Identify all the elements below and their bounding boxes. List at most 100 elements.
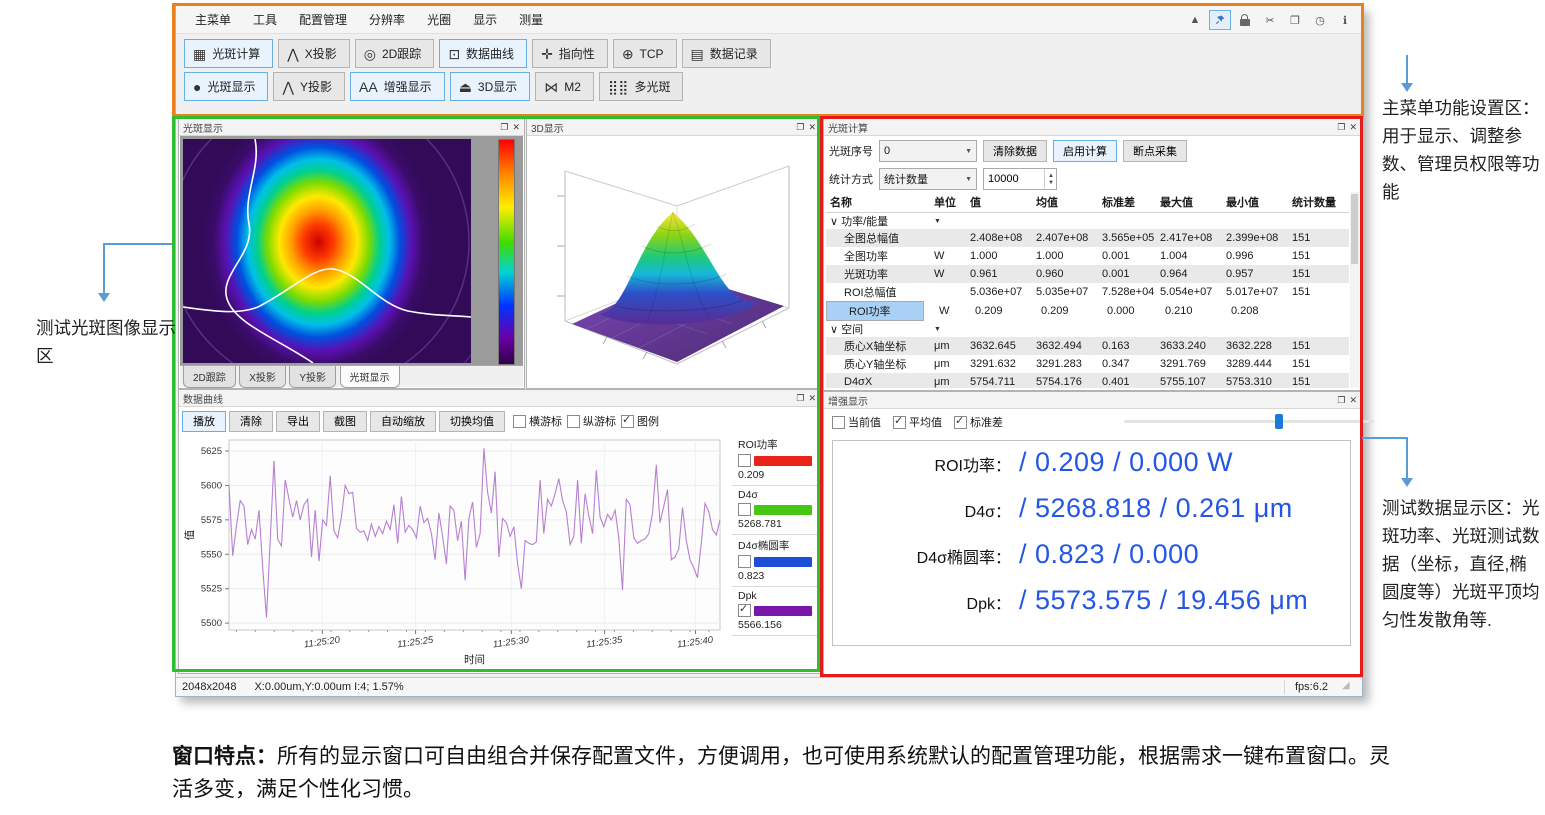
menu-measure[interactable]: 测量 [508,6,554,33]
clock-icon[interactable]: ◷ [1309,10,1331,30]
beam-2d-image[interactable] [183,139,471,363]
close-panel-icon[interactable]: ✕ [1349,395,1357,406]
snapshot-button[interactable]: 截图 [323,411,367,432]
enable-calc-button[interactable]: 启用计算 [1053,140,1117,162]
enhanced-panel-header[interactable]: 增强显示 ❐✕ [824,392,1361,409]
table-scrollbar[interactable] [1350,192,1359,388]
v-cursor-checkbox[interactable]: 纵游标 [567,413,616,429]
stat-mode-select[interactable]: 统计数量▼ [879,168,977,190]
enhance-slider[interactable] [1124,420,1374,423]
x-projection-button[interactable]: ⋀X投影 [278,39,350,68]
menu-tools[interactable]: 工具 [242,6,288,33]
legend-checkbox-icon[interactable] [738,503,751,516]
menu-main[interactable]: 主菜单 [184,6,242,33]
enhanced-display-button[interactable]: AA增强显示 [350,72,445,101]
tab-beam-display[interactable]: 光斑显示 [340,366,400,388]
table-row[interactable]: 质心X轴坐标μm 3632.6453632.494 0.1633633.240 … [826,337,1349,355]
tab-2d-tracking[interactable]: 2D跟踪 [183,366,236,388]
legend-checkbox-icon[interactable] [738,604,751,617]
stat-count-spinner[interactable]: ▲▼ [983,168,1057,190]
tcp-button[interactable]: ⊕TCP [613,39,677,68]
stddev-checkbox[interactable]: 标准差 [954,414,1003,430]
mean-value-checkbox[interactable]: 平均值 [893,414,942,430]
float-panel-icon[interactable]: ❐ [796,393,804,404]
time-series-chart[interactable]: 55005525555055755600562511:25:2011:25:25… [183,434,726,666]
table-row[interactable]: ROI总幅值 5.036e+075.035e+07 7.528e+045.054… [826,283,1349,301]
collapse-arrow-icon[interactable]: ▲ [1184,10,1206,30]
close-panel-icon[interactable]: ✕ [808,122,816,133]
spin-down-icon[interactable]: ▼ [1048,180,1054,186]
tab-y-projection[interactable]: Y投影 [289,366,336,388]
pointing-button[interactable]: ✛指向性 [532,39,608,68]
pin-icon[interactable] [1209,10,1231,30]
table-row[interactable]: 全图功率W 1.0001.000 0.0011.004 0.996151 [826,247,1349,265]
float-panel-icon[interactable]: ❐ [500,122,508,133]
column-header[interactable]: 单位 [930,194,966,210]
m2-button[interactable]: ⋈M2 [535,72,594,101]
beam-panel-header[interactable]: 光斑显示 ❐✕ [179,119,524,136]
table-row[interactable]: ROI功率W 0.2090.209 0.0000.210 0.208151 [826,301,924,321]
3d-panel-header[interactable]: 3D显示 ❐✕ [527,119,820,136]
clear-data-button[interactable]: 清除数据 [983,140,1047,162]
close-panel-icon[interactable]: ✕ [512,122,520,133]
data-curve-button[interactable]: ⊡数据曲线 [439,39,527,68]
close-panel-icon[interactable]: ✕ [808,393,816,404]
float-panel-icon[interactable]: ❐ [1337,395,1345,406]
tab-x-projection[interactable]: X投影 [239,366,286,388]
table-row[interactable]: 全图总幅值 2.408e+082.407e+08 3.565e+052.417e… [826,229,1349,247]
table-row[interactable]: 质心Y轴坐标μm 3291.6323291.283 0.3473291.769 … [826,355,1349,373]
spin-up-icon[interactable]: ▲ [1048,173,1054,179]
scissors-icon[interactable]: ✂ [1259,10,1281,30]
3d-surface-plot[interactable] [527,136,818,386]
menu-display[interactable]: 显示 [462,6,508,33]
document-icon[interactable]: ❐ [1284,10,1306,30]
data-record-button[interactable]: ▤数据记录 [682,39,771,68]
column-header[interactable]: 名称 [826,194,930,210]
menu-aperture[interactable]: 光圈 [416,6,462,33]
float-panel-icon[interactable]: ❐ [1337,122,1345,133]
autoscale-button[interactable]: 自动缩放 [370,411,436,432]
table-row[interactable]: ∨ 功率/能量▼ [826,213,1349,229]
resize-grip[interactable]: ◢ [1342,680,1356,694]
h-cursor-checkbox[interactable]: 横游标 [513,413,562,429]
menu-resolution[interactable]: 分辨率 [358,6,416,33]
play-button[interactable]: 播放 [182,411,226,432]
lock-icon[interactable] [1234,10,1256,30]
legend-item[interactable]: D4σ 5268.781 [732,486,818,535]
beam-display-button[interactable]: ●光斑显示 [184,72,268,101]
multi-spot-button[interactable]: ⣿⣿多光斑 [599,72,684,101]
export-button[interactable]: 导出 [276,411,320,432]
float-panel-icon[interactable]: ❐ [796,122,804,133]
current-value-checkbox[interactable]: 当前值 [832,414,881,430]
legend-item[interactable]: Dpk 5566.156 [732,587,818,636]
beam-seq-select[interactable]: 0▼ [879,140,977,162]
info-icon[interactable]: ℹ [1334,10,1356,30]
legend-item[interactable]: D4σ椭圆率 0.823 [732,535,818,587]
2d-tracking-button[interactable]: ◎2D跟踪 [355,39,435,68]
legend-checkbox[interactable]: 图例 [621,413,659,429]
menu-config[interactable]: 配置管理 [288,6,358,33]
close-panel-icon[interactable]: ✕ [1349,122,1357,133]
legend-checkbox-icon[interactable] [738,555,751,568]
3d-display-button[interactable]: ⏏3D显示 [450,72,531,101]
enhance-slider-handle[interactable] [1275,414,1283,429]
column-header[interactable]: 最小值 [1222,194,1288,210]
curve-panel-header[interactable]: 数据曲线 ❐✕ [179,390,820,407]
column-header[interactable]: 均值 [1032,194,1098,210]
clear-button[interactable]: 清除 [229,411,273,432]
y-projection-button[interactable]: ⋀Y投影 [273,72,345,101]
beam-calc-button[interactable]: ▦光斑计算 [184,39,273,68]
toggle-mean-button[interactable]: 切换均值 [439,411,505,432]
column-header[interactable]: 标准差 [1098,194,1156,210]
column-header[interactable]: 最大值 [1156,194,1222,210]
legend-item[interactable]: ROI功率 0.209 [732,434,818,486]
column-header[interactable]: 统计数量 [1288,194,1349,210]
table-row[interactable]: D4σXμm 5754.7115754.176 0.4015755.107 57… [826,373,1349,388]
legend-checkbox-icon[interactable] [738,454,751,467]
breakpoint-capture-button[interactable]: 断点采集 [1123,140,1187,162]
calc-panel-header[interactable]: 光斑计算 ❐✕ [824,119,1361,136]
table-row[interactable]: ∨ 空间▼ [826,321,1349,337]
table-row[interactable]: 光斑功率W 0.9610.960 0.0010.964 0.957151 [826,265,1349,283]
column-header[interactable]: 值 [966,194,1032,210]
stat-count-input[interactable] [984,169,1044,189]
